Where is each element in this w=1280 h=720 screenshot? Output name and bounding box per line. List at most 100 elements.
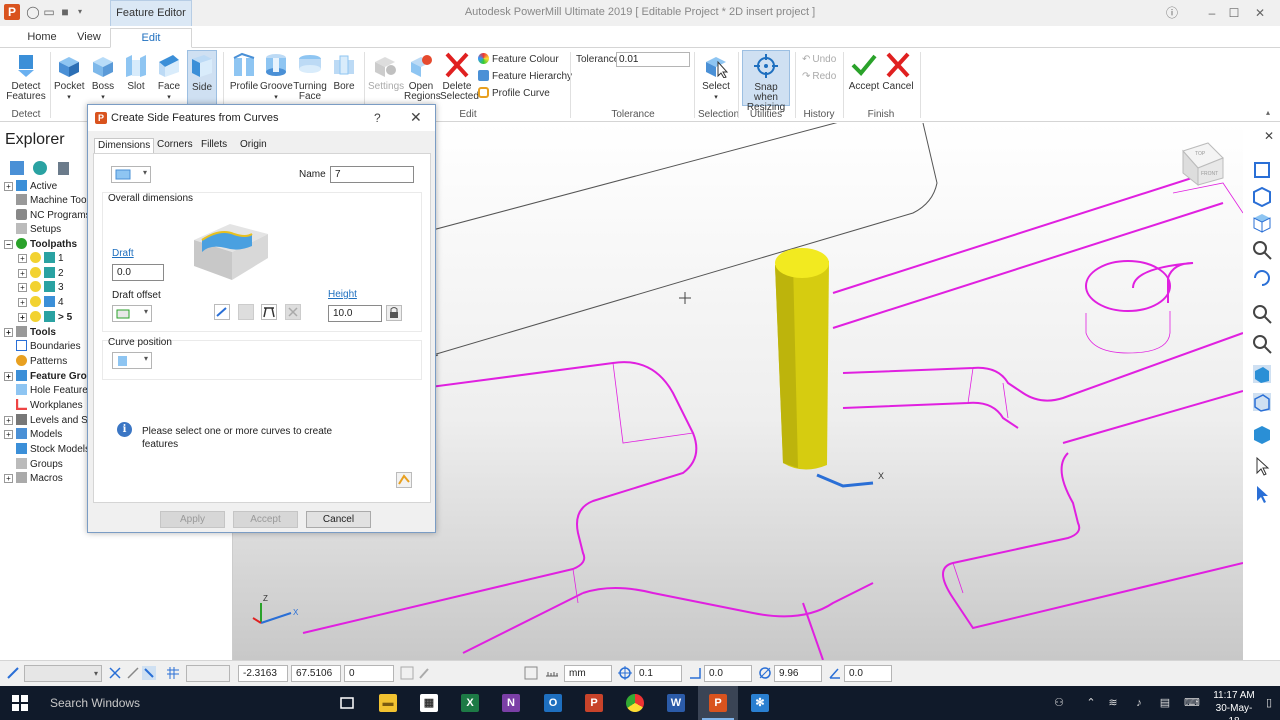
- snowflake-app[interactable]: ✻: [740, 686, 780, 720]
- profile-button[interactable]: Profile: [228, 50, 260, 92]
- tree-item-setups[interactable]: Setups: [4, 223, 61, 237]
- units-icon[interactable]: [524, 666, 538, 680]
- collapse-icon[interactable]: –: [4, 240, 13, 249]
- taskbar-search[interactable]: Search Windows: [50, 696, 140, 710]
- powermill-app[interactable]: P: [698, 686, 738, 720]
- face-button[interactable]: Face ▾: [154, 50, 184, 103]
- viewport-close-icon[interactable]: ✕: [1264, 130, 1276, 142]
- tree-item-active[interactable]: + Active: [4, 180, 57, 194]
- help-icon[interactable]: ⓘ: [1160, 3, 1184, 23]
- coordinate-lock-icon[interactable]: [400, 666, 414, 680]
- workplane-icon[interactable]: [6, 666, 20, 680]
- accept-button[interactable]: Accept: [233, 511, 298, 528]
- undo-button[interactable]: ↶ Undo: [802, 53, 836, 67]
- accept-ribbon-button[interactable]: Accept: [847, 50, 881, 92]
- turning-face-button[interactable]: Turning Face: [293, 50, 327, 102]
- pick-curves-icon[interactable]: [396, 472, 412, 488]
- tolerance-input[interactable]: 0.01: [616, 52, 690, 67]
- tab-edit[interactable]: Edit: [110, 28, 192, 48]
- select-button[interactable]: Select ▾: [698, 50, 734, 103]
- snap-icon[interactable]: [108, 666, 122, 680]
- tree-item-boundaries[interactable]: Boundaries: [4, 340, 81, 354]
- thickness-field[interactable]: 0.0: [704, 665, 752, 682]
- windows-start-icon[interactable]: [12, 695, 28, 711]
- powerpoint-app[interactable]: P: [574, 686, 614, 720]
- cancel-ribbon-button[interactable]: Cancel: [881, 50, 915, 92]
- rotate-icon[interactable]: [1251, 267, 1273, 289]
- zoom-icon[interactable]: [1251, 239, 1273, 261]
- pick-arrow-icon[interactable]: [1251, 483, 1273, 505]
- thickness-icon[interactable]: [688, 666, 702, 680]
- grid-icon[interactable]: [166, 666, 180, 680]
- solid-cube-icon[interactable]: [1251, 423, 1273, 445]
- diameter-icon[interactable]: [758, 666, 772, 680]
- slot-button[interactable]: Slot: [122, 50, 150, 92]
- tab-dimensions[interactable]: Dimensions: [94, 138, 155, 154]
- tab-view[interactable]: View: [70, 28, 108, 48]
- name-input[interactable]: 7: [330, 166, 414, 183]
- draft-offset-select[interactable]: ▾: [112, 305, 152, 322]
- wireframe-icon[interactable]: [1251, 391, 1273, 413]
- workplane-select[interactable]: ▾: [24, 665, 102, 682]
- units-field[interactable]: mm: [564, 665, 612, 682]
- settings-button[interactable]: Settings: [368, 50, 404, 92]
- height-label[interactable]: Height: [328, 289, 357, 300]
- tolerance-field[interactable]: 0.1: [634, 665, 682, 682]
- tree-item-toolpath-5[interactable]: + > 5: [18, 311, 72, 325]
- tree-item-toolpath-1[interactable]: +1: [18, 252, 64, 266]
- notifications-icon[interactable]: ▤: [1158, 696, 1172, 710]
- tree-item-patterns[interactable]: Patterns: [4, 355, 67, 369]
- zoom-box-icon[interactable]: [1251, 303, 1273, 325]
- bore-button[interactable]: Bore: [329, 50, 359, 92]
- minimize-icon[interactable]: –: [1200, 3, 1224, 23]
- tree-item-toolpaths[interactable]: – Toolpaths: [4, 238, 77, 252]
- curve-position-select[interactable]: ▾: [112, 352, 152, 369]
- grid-snap-icon[interactable]: [126, 666, 140, 680]
- shaded-icon[interactable]: [1251, 363, 1273, 385]
- wifi-icon[interactable]: ≋: [1106, 696, 1120, 710]
- tray-chevron-up-icon[interactable]: ⌃: [1084, 696, 1098, 710]
- volume-icon[interactable]: ♪: [1132, 696, 1146, 710]
- feature-colour-button[interactable]: Feature Colour: [478, 53, 559, 67]
- help-button[interactable]: ?: [374, 111, 381, 125]
- draft-label[interactable]: Draft: [112, 248, 134, 259]
- tree-item-tools[interactable]: + Tools: [4, 326, 56, 340]
- people-icon[interactable]: ⚇: [1052, 696, 1066, 710]
- store-app[interactable]: ▦: [409, 686, 449, 720]
- edit-curve-icon[interactable]: [214, 304, 230, 320]
- lock-icon[interactable]: [386, 305, 402, 321]
- feature-hierarchy-button[interactable]: Feature Hierarchy: [478, 70, 572, 84]
- onenote-app[interactable]: N: [491, 686, 531, 720]
- tree-item-toolpath-2[interactable]: +2: [18, 267, 64, 281]
- view-cube-icon[interactable]: [1251, 211, 1273, 233]
- close-dialog-icon[interactable]: ✕: [410, 109, 422, 126]
- apply-button[interactable]: Apply: [160, 511, 225, 528]
- cursor-x-field[interactable]: -2.3163: [238, 665, 288, 682]
- task-view-button[interactable]: [327, 686, 367, 720]
- outlook-app[interactable]: O: [533, 686, 573, 720]
- chrome-app[interactable]: [615, 686, 655, 720]
- tree-item-groups[interactable]: Groups: [4, 458, 63, 472]
- excel-app[interactable]: X: [450, 686, 490, 720]
- detect-features-button[interactable]: Detect Features: [6, 50, 46, 102]
- disabled-x-icon[interactable]: [285, 304, 301, 320]
- cursor-y-field[interactable]: 67.5106: [291, 665, 341, 682]
- grid-value-field[interactable]: [186, 665, 230, 682]
- blank-option-icon[interactable]: [238, 304, 254, 320]
- tree-item-macros[interactable]: + Macros: [4, 472, 63, 486]
- tree-item-models[interactable]: + Models: [4, 428, 62, 442]
- tree-item-stock-models[interactable]: Stock Models: [4, 443, 90, 457]
- explorer-toolbar-icons[interactable]: [8, 159, 78, 177]
- close-window-icon[interactable]: ✕: [1248, 3, 1272, 23]
- side-button[interactable]: Side: [187, 50, 217, 108]
- view-iso-icon[interactable]: [1251, 159, 1273, 181]
- tab-origin[interactable]: Origin: [237, 138, 270, 154]
- pencil-icon[interactable]: [418, 666, 432, 680]
- diameter-field[interactable]: 9.96: [774, 665, 822, 682]
- tolerance-target-icon[interactable]: [618, 666, 632, 680]
- expand-icon[interactable]: +: [4, 182, 13, 191]
- boss-button[interactable]: Boss ▾: [88, 50, 118, 103]
- tab-fillets[interactable]: Fillets: [198, 138, 230, 154]
- tree-item-workplanes[interactable]: Workplanes: [4, 399, 83, 413]
- groove-button[interactable]: Groove ▾: [260, 50, 293, 103]
